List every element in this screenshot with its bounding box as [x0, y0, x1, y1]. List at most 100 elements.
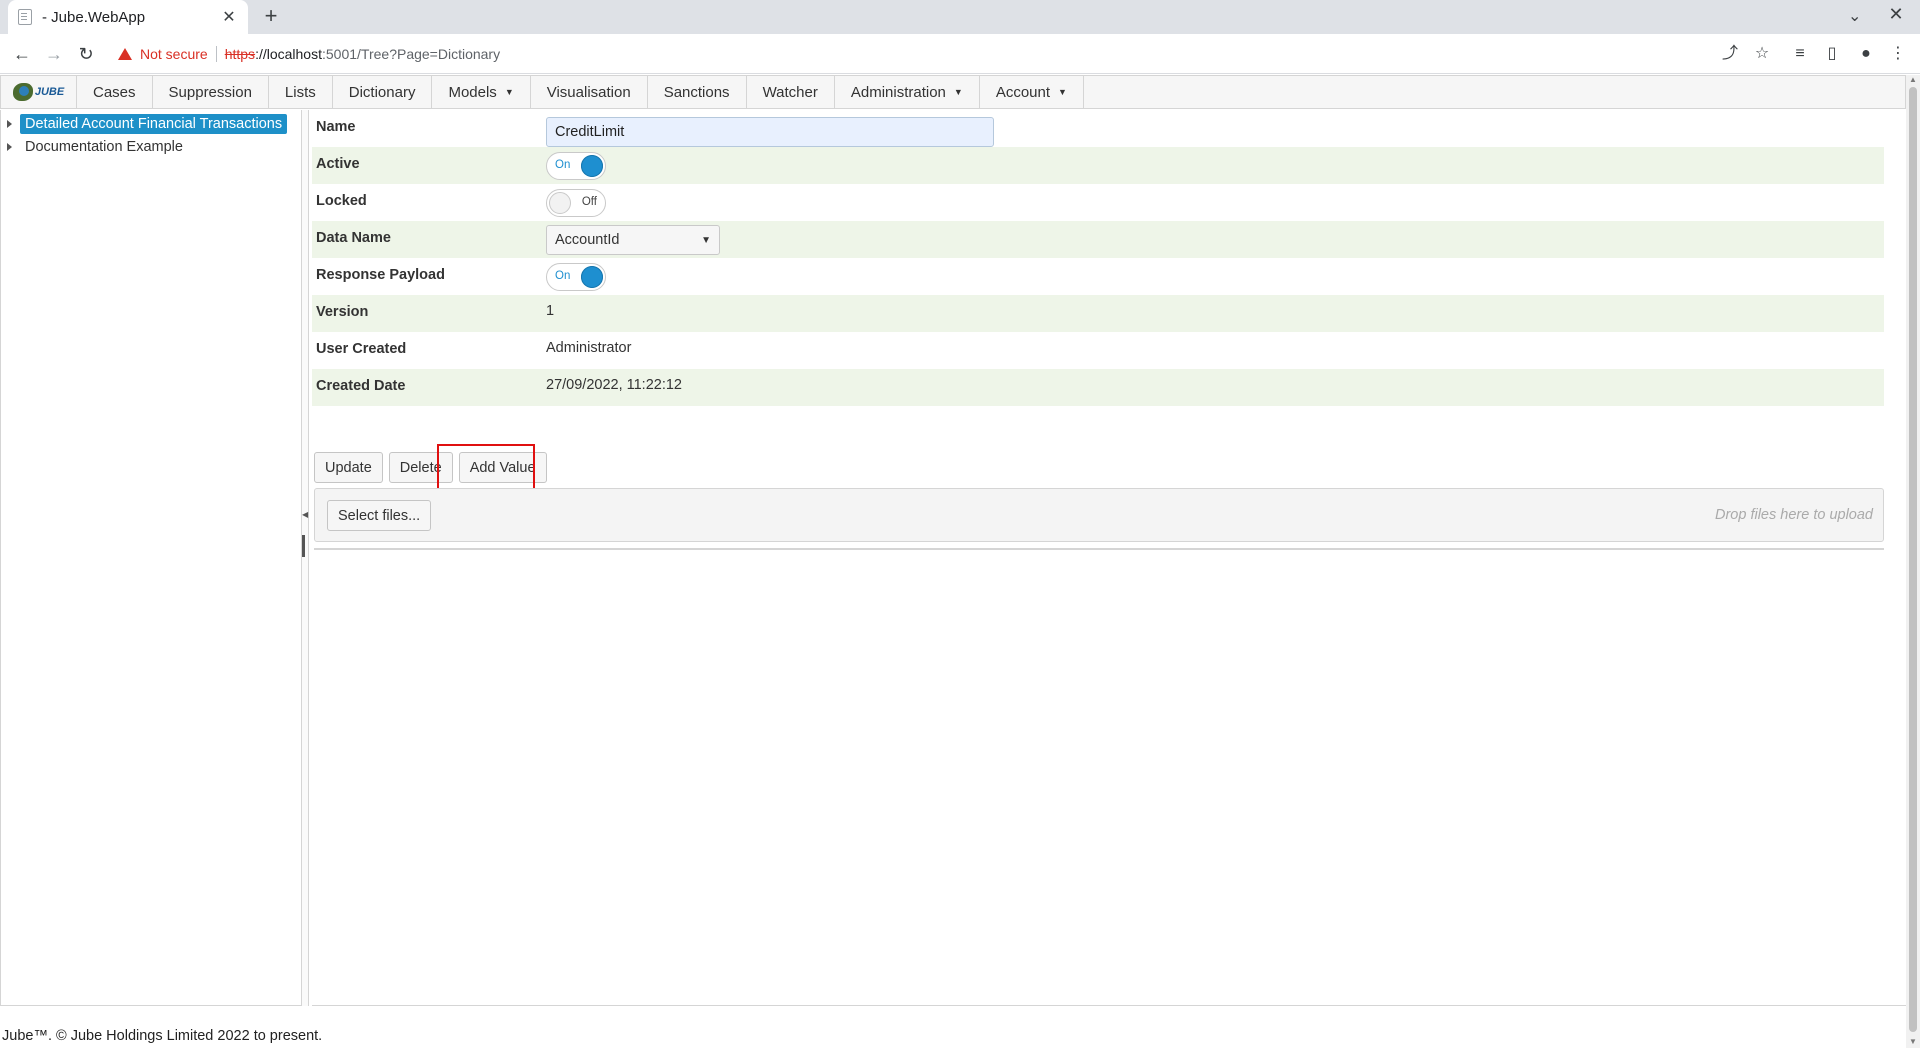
menu-label: Account [995, 83, 1051, 101]
field-label: Locked [316, 193, 367, 209]
menu-lists[interactable]: Lists [269, 76, 333, 108]
field-label: Data Name [316, 230, 391, 246]
menu-account[interactable]: Account ▼ [980, 76, 1084, 108]
scrollbar-thumb[interactable] [1909, 87, 1917, 1032]
form-row-response-payload: Response Payload On [312, 258, 1884, 295]
drop-hint: Drop files here to upload [1715, 507, 1873, 523]
file-upload-zone[interactable]: Select files... Drop files here to uploa… [314, 488, 1884, 542]
new-tab-button[interactable]: + [258, 4, 284, 30]
menu-models[interactable]: Models ▼ [432, 76, 531, 108]
toggle-knob [581, 155, 603, 177]
reading-list-icon[interactable]: ≡ [1790, 44, 1810, 64]
toggle-knob [581, 266, 603, 288]
scroll-up-icon[interactable]: ▲ [1909, 75, 1917, 84]
bookmark-star-icon[interactable]: ☆ [1752, 44, 1772, 64]
menu-label: Watcher [762, 83, 818, 101]
page-icon [18, 9, 32, 25]
pane-splitter[interactable]: ◀ [302, 110, 309, 1006]
profile-avatar-icon[interactable]: ● [1856, 44, 1876, 64]
menu-suppression[interactable]: Suppression [153, 76, 269, 108]
form-row-data-name: Data Name AccountId ▼ [312, 221, 1884, 258]
menu-label: Cases [93, 83, 136, 101]
data-name-select[interactable]: AccountId ▼ [546, 225, 720, 255]
divider [215, 46, 217, 62]
menu-visualisation[interactable]: Visualisation [531, 76, 648, 108]
field-label: Version [316, 304, 369, 320]
locked-toggle[interactable]: Off [546, 189, 606, 217]
logo-mark-icon [12, 83, 33, 101]
select-value: AccountId [555, 232, 620, 248]
jube-app: JUBE Cases Suppression Lists Dictionary … [0, 74, 1920, 1048]
warning-icon [118, 48, 132, 60]
dropdown-caret-icon: ▼ [953, 87, 963, 97]
expand-triangle-icon[interactable] [7, 143, 12, 151]
toggle-state: Off [581, 196, 597, 208]
url-scheme: https [224, 46, 256, 62]
splitter-grip[interactable] [302, 535, 305, 557]
select-files-button[interactable]: Select files... [327, 500, 432, 531]
side-panel-icon[interactable]: ▯ [1822, 44, 1842, 64]
browser-tab[interactable]: - Jube.WebApp ✕ [8, 0, 248, 34]
tree-item[interactable]: Detailed Account Financial Transactions [7, 114, 288, 134]
form-row-version: Version 1 [312, 295, 1884, 332]
toggle-knob [549, 192, 571, 214]
toggle-state: On [555, 159, 571, 171]
security-status[interactable]: Not secure [140, 46, 208, 62]
menu-label: Dictionary [348, 83, 416, 101]
page-scrollbar[interactable]: ▲ ▼ [1906, 75, 1920, 1048]
menu-administration[interactable]: Administration ▼ [835, 76, 980, 108]
scroll-down-icon[interactable]: ▼ [1909, 1037, 1917, 1046]
address-bar[interactable]: Not secure https ://localhost :5001/Tree… [108, 39, 1708, 69]
collapse-arrow-icon[interactable]: ◀ [302, 510, 308, 519]
tree-item-label[interactable]: Documentation Example [20, 137, 188, 157]
main-menu-bar: JUBE Cases Suppression Lists Dictionary … [0, 75, 1906, 109]
back-arrow-icon[interactable]: ← [10, 42, 34, 66]
version-value: 1 [546, 303, 555, 319]
url-host: ://localhost [255, 46, 322, 62]
url-path: :5001/Tree?Page=Dictionary [322, 46, 501, 62]
form-row-created-date: Created Date 27/09/2022, 11:22:12 [312, 369, 1884, 406]
menu-watcher[interactable]: Watcher [747, 76, 835, 108]
tree-item-label[interactable]: Detailed Account Financial Transactions [20, 114, 288, 134]
divider [314, 548, 1884, 550]
forward-arrow-icon[interactable]: → [42, 42, 66, 66]
field-label: User Created [316, 341, 407, 357]
browser-tab-strip: - Jube.WebApp ✕ + ⌄ ✕ [0, 0, 1920, 34]
field-label: Name [316, 119, 356, 135]
model-tree: Detailed Account Financial Transactions … [0, 110, 302, 1006]
dropdown-caret-icon: ▼ [504, 87, 514, 97]
reload-icon[interactable]: ↻ [74, 42, 98, 66]
tree-item[interactable]: Documentation Example [7, 137, 188, 157]
created-date-value: 27/09/2022, 11:22:12 [546, 377, 682, 393]
response-payload-toggle[interactable]: On [546, 263, 606, 291]
menu-label: Models [448, 83, 497, 101]
menu-dictionary[interactable]: Dictionary [333, 76, 433, 108]
menu-sanctions[interactable]: Sanctions [648, 76, 747, 108]
form-row-user-created: User Created Administrator [312, 332, 1884, 369]
dropdown-arrow-icon: ▼ [701, 234, 711, 246]
update-button[interactable]: Update [314, 452, 383, 483]
expand-triangle-icon[interactable] [7, 120, 12, 128]
menu-label: Visualisation [546, 83, 631, 101]
form-row-locked: Locked Off [312, 184, 1884, 221]
name-input[interactable] [546, 117, 994, 147]
detail-panel: Name Active On Locked Off Data Name Acco… [312, 110, 1906, 1006]
menu-label: Suppression [168, 83, 252, 101]
browser-menu-icon[interactable]: ⋮ [1888, 44, 1908, 64]
tab-search-chevron-icon[interactable]: ⌄ [1848, 6, 1861, 26]
field-label: Active [316, 156, 360, 172]
window-close-icon[interactable]: ✕ [1884, 4, 1908, 25]
browser-toolbar: ← → ↻ Not secure https ://localhost :500… [0, 34, 1920, 74]
toggle-state: On [555, 270, 571, 282]
active-toggle[interactable]: On [546, 152, 606, 180]
jube-logo[interactable]: JUBE [1, 76, 77, 108]
highlight-box [437, 444, 535, 491]
close-tab-icon[interactable]: ✕ [220, 7, 238, 27]
menu-label: Administration [850, 83, 946, 101]
share-icon[interactable]: ⤴ [1720, 44, 1740, 64]
menu-label: Lists [284, 83, 316, 101]
field-label: Response Payload [316, 267, 445, 283]
form-row-active: Active On [312, 147, 1884, 184]
menu-cases[interactable]: Cases [77, 76, 153, 108]
user-created-value: Administrator [546, 340, 632, 356]
